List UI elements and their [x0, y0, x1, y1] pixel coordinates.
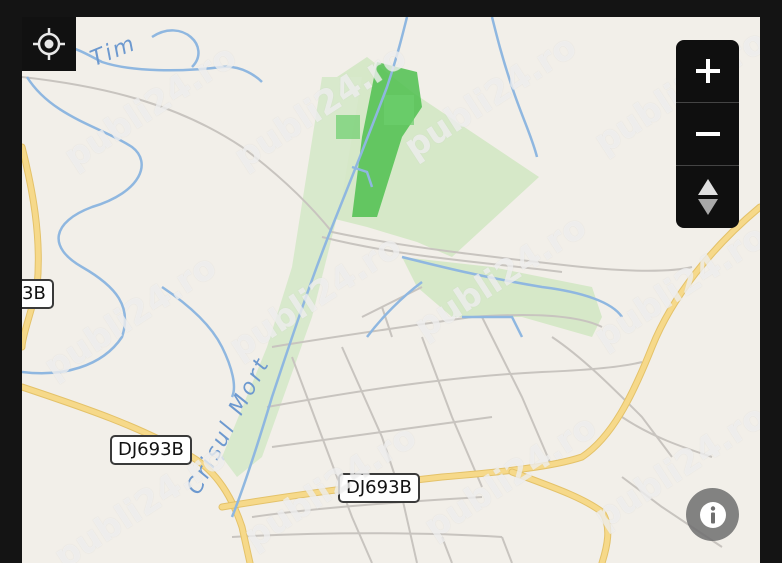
forest-patch	[336, 115, 360, 139]
road-label-dj693b-west: DJ693B	[110, 435, 192, 465]
up-down-arrows-icon	[697, 179, 718, 215]
road-label-3b: 3B	[22, 279, 54, 309]
meadow-area	[402, 257, 602, 337]
zoom-out-button[interactable]	[676, 102, 739, 165]
minus-icon	[695, 132, 720, 136]
road-label-dj693b-east: DJ693B	[338, 473, 420, 503]
map-controls	[676, 40, 739, 228]
forest-patch	[384, 95, 414, 125]
rotate-compass-button[interactable]	[676, 165, 739, 228]
crosshair-icon	[33, 28, 65, 60]
zoom-in-button[interactable]	[676, 40, 739, 102]
locate-button[interactable]	[22, 17, 76, 71]
info-button[interactable]	[686, 488, 739, 541]
map-view[interactable]: Tim Crișul Mort 3B DJ693B DJ693B publi24…	[22, 17, 760, 563]
plus-icon	[695, 59, 720, 83]
info-icon	[699, 501, 726, 528]
